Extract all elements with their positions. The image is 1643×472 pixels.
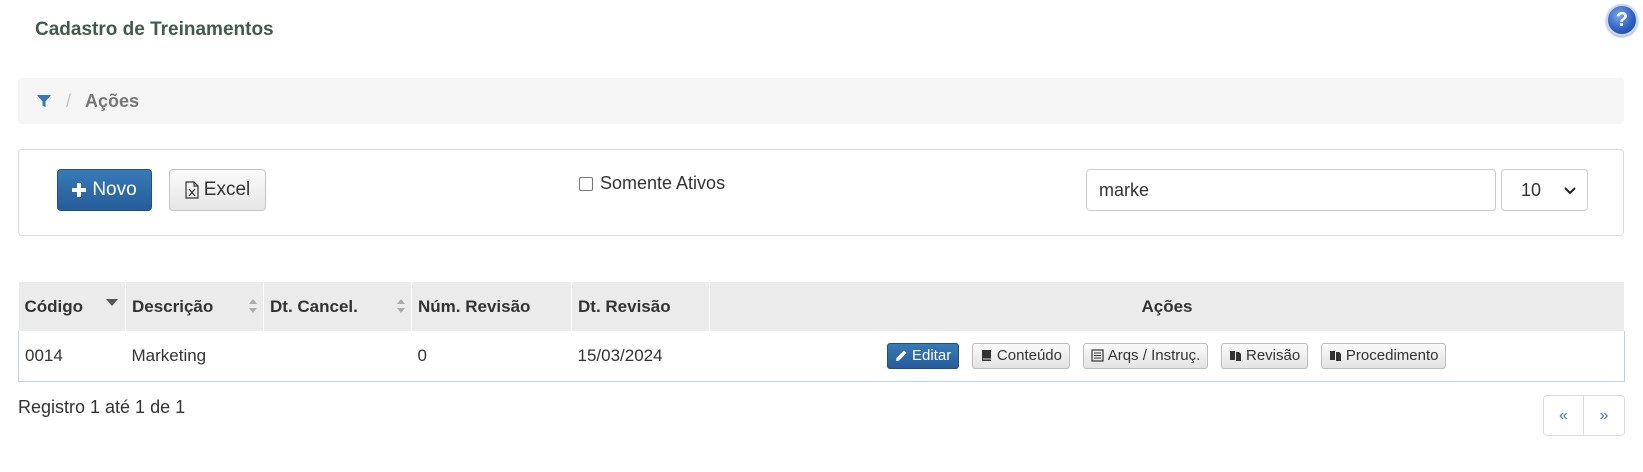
excel-button[interactable]: Excel [169, 169, 266, 211]
new-button-label: Novo [92, 179, 137, 200]
filter-icon[interactable] [36, 93, 52, 109]
edit-button[interactable]: Editar [887, 342, 960, 369]
column-header-dt-cancel[interactable]: Dt. Cancel. [263, 282, 412, 331]
sort-icon [249, 299, 257, 313]
plus-icon [72, 183, 87, 197]
excel-file-icon [185, 181, 199, 199]
pagination: « » [1543, 395, 1625, 436]
page-size-value: 10 [1521, 179, 1542, 200]
search-input[interactable] [1086, 169, 1496, 211]
list-icon [1091, 349, 1104, 362]
new-button[interactable]: Novo [57, 169, 152, 211]
book-icon [981, 350, 991, 362]
pencil-icon [896, 350, 907, 362]
page-size-select[interactable]: 10 [1501, 169, 1588, 211]
cell-num-revisao: 0 [411, 331, 572, 382]
files-instructions-button[interactable]: Arqs / Instruç. [1082, 342, 1209, 369]
toolbar-panel: Novo Excel Somente Ativos 10 [18, 149, 1624, 236]
procedure-button[interactable]: Procedimento [1320, 342, 1447, 369]
content-button[interactable]: Conteúdo [971, 342, 1070, 369]
only-active-checkbox[interactable] [579, 176, 593, 191]
column-header-acoes: Ações [709, 282, 1625, 331]
sort-icon [397, 299, 405, 313]
cell-descricao: Marketing [125, 331, 264, 382]
help-icon[interactable]: ? [1606, 4, 1638, 36]
breadcrumb-current: Ações [85, 90, 140, 111]
next-page-button[interactable]: » [1584, 396, 1624, 435]
column-header-dt-revisao: Dt. Revisão [571, 282, 710, 331]
cell-dt-revisao: 15/03/2024 [571, 331, 710, 382]
column-header-descricao[interactable]: Descrição [125, 282, 264, 331]
excel-button-label: Excel [203, 179, 251, 200]
table-row: 0014 Marketing 0 15/03/2024 Editar Conte… [18, 331, 1625, 382]
sort-desc-icon [106, 299, 118, 306]
copy-icon [1229, 351, 1241, 362]
copy-icon [1329, 351, 1341, 362]
cell-codigo: 0014 [18, 331, 126, 382]
page-title: Cadastro de Treinamentos [35, 19, 274, 40]
breadcrumb: / Ações [18, 78, 1624, 124]
chevron-down-icon [1564, 187, 1576, 195]
only-active-filter[interactable]: Somente Ativos [579, 173, 725, 194]
column-header-codigo[interactable]: Código [18, 282, 126, 331]
cell-actions: Editar Conteúdo Arqs / Instruç. Revisão [709, 331, 1625, 382]
results-table: Código Descrição Dt. Cancel. Núm. Revisã… [18, 282, 1625, 382]
revision-button[interactable]: Revisão [1220, 342, 1309, 369]
previous-page-button[interactable]: « [1544, 396, 1584, 435]
cell-dt-cancel [263, 331, 412, 382]
column-header-num-revisao: Núm. Revisão [411, 282, 572, 331]
breadcrumb-separator: / [66, 90, 72, 111]
records-summary: Registro 1 até 1 de 1 [18, 397, 186, 417]
only-active-label: Somente Ativos [600, 173, 726, 193]
table-header-row: Código Descrição Dt. Cancel. Núm. Revisã… [18, 282, 1625, 331]
